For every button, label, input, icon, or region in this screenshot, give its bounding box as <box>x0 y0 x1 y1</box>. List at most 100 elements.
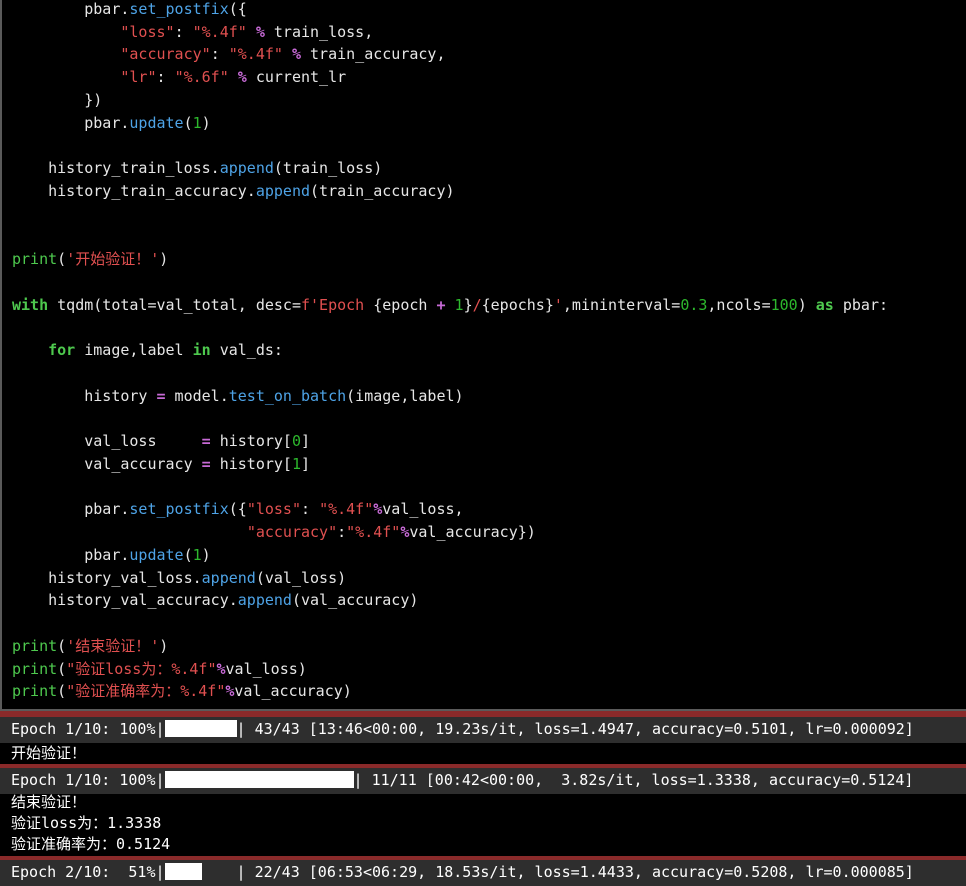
code-token: val_loss) <box>225 660 307 678</box>
code-token: ( <box>57 250 67 268</box>
code-token: : <box>210 45 229 63</box>
code-token: (image,label) <box>346 387 464 405</box>
code-token: {epochs} <box>481 296 554 314</box>
code-token: "验证准确率为：%.4f" <box>66 682 226 700</box>
code-token: f'Epoch <box>301 296 374 314</box>
code-token: append <box>201 569 256 587</box>
progress-prefix-2: Epoch 1/10: 100%| <box>11 771 165 789</box>
progress-text-2: Epoch 1/10: 100%| | 11/11 [00:42<00:00, 3… <box>11 770 913 791</box>
code-token: : <box>156 68 175 86</box>
code-token: ({ <box>228 0 247 18</box>
code-token: : <box>301 500 320 518</box>
code-token: "%.6f" <box>174 68 229 86</box>
code-token: val_accuracy) <box>234 682 352 700</box>
output-line-val-loss: 验证loss为：1.3338 <box>11 814 162 832</box>
code-token: {epoch <box>373 296 437 314</box>
code-token: ( <box>57 660 67 678</box>
code-line: history_val_accuracy.append(val_accuracy… <box>12 589 418 612</box>
code-line: history_train_accuracy.append(train_accu… <box>12 180 454 203</box>
code-token: ,mininterval= <box>562 296 681 314</box>
code-token: (val_accuracy) <box>291 591 419 609</box>
progress-text-3: Epoch 2/10: 51%| | 22/43 [06:53<06:29, 18… <box>11 862 914 883</box>
code-token: ( <box>57 682 67 700</box>
code-token: % <box>216 660 226 678</box>
code-token: history_val_accuracy. <box>12 591 238 609</box>
code-token: "%.4f" <box>319 500 374 518</box>
progress-text-1: Epoch 1/10: 100%| | 43/43 [13:46<00:00, 1… <box>11 719 914 740</box>
code-token: "lr" <box>120 68 157 86</box>
progress-prefix-1: Epoch 1/10: 100%| <box>11 720 165 738</box>
code-token: history_train_loss. <box>12 159 220 177</box>
code-token: ( <box>183 114 193 132</box>
progress-row-1: Epoch 1/10: 100%| | 43/43 [13:46<00:00, 1… <box>0 717 966 743</box>
code-token: ( <box>57 637 67 655</box>
code-token: % <box>291 45 301 63</box>
code-token: '开始验证！' <box>66 250 160 268</box>
code-token: ) <box>159 637 169 655</box>
code-line: pbar.set_postfix({ <box>12 0 247 21</box>
code-line: print('开始验证！') <box>12 248 168 271</box>
code-token: print <box>12 660 58 678</box>
progress-suffix-2: | 11/11 [00:42<00:00, 3.82s/it, loss=1.3… <box>353 771 914 789</box>
code-token: as <box>815 296 834 314</box>
progress-bar-3 <box>164 862 237 883</box>
code-token: image,label <box>75 341 193 359</box>
progress-bar-2 <box>164 770 354 791</box>
code-token: pbar. <box>12 114 130 132</box>
code-token: % <box>255 23 265 41</box>
code-token: ({ <box>228 500 247 518</box>
code-token: test_on_batch <box>228 387 347 405</box>
code-token: set_postfix <box>129 500 229 518</box>
code-token: ) <box>201 546 211 564</box>
code-token: = <box>201 432 211 450</box>
code-token: : <box>174 23 193 41</box>
code-token: model. <box>165 387 229 405</box>
code-token: val_loss <box>12 432 202 450</box>
code-cell[interactable]: pbar.set_postfix({ "loss": "%.4f" % trai… <box>0 0 966 711</box>
code-token: "%.4f" <box>192 23 247 41</box>
code-token: append <box>255 182 311 200</box>
code-token: : <box>337 523 347 541</box>
code-token: % <box>237 68 247 86</box>
progress-row-2: Epoch 1/10: 100%| | 11/11 [00:42<00:00, 3… <box>0 768 966 794</box>
code-token: val_ds: <box>210 341 283 359</box>
cell-output: Epoch 1/10: 100%| | 43/43 [13:46<00:00, 1… <box>0 711 966 886</box>
progress-bar-1 <box>164 719 237 740</box>
code-token: 1 <box>454 296 464 314</box>
code-line: history_val_loss.append(val_loss) <box>12 567 346 590</box>
code-token: set_postfix <box>129 0 229 18</box>
code-token: print <box>12 682 58 700</box>
code-token: / <box>472 296 482 314</box>
code-token: append <box>219 159 274 177</box>
code-token: val_loss, <box>382 500 464 518</box>
code-token: history[ <box>210 455 292 473</box>
code-token: val_accuracy <box>12 455 202 473</box>
code-token: print <box>12 637 58 655</box>
code-token: history_train_accuracy. <box>12 182 256 200</box>
code-token: train_loss, <box>264 23 374 41</box>
code-token: ] <box>301 455 311 473</box>
code-token: (val_loss) <box>255 569 347 587</box>
code-token: = <box>156 387 166 405</box>
code-token: = <box>201 455 211 473</box>
code-token: 0 <box>291 432 301 450</box>
code-line: history_train_loss.append(train_loss) <box>12 157 382 180</box>
code-line: pbar.set_postfix({"loss": "%.4f"%val_los… <box>12 498 464 521</box>
code-line: pbar.update(1) <box>12 112 210 135</box>
code-line: print('结束验证！') <box>12 635 168 658</box>
code-token: history <box>12 387 157 405</box>
code-token: ] <box>301 432 311 450</box>
code-token: pbar. <box>12 500 130 518</box>
code-token: train_accuracy, <box>301 45 446 63</box>
code-line: val_loss = history[0] <box>12 430 310 453</box>
code-line: print("验证loss为：%.4f"%val_loss) <box>12 658 307 681</box>
code-line: print("验证准确率为：%.4f"%val_accuracy) <box>12 680 352 703</box>
progress-row-3: Epoch 2/10: 51%| | 22/43 [06:53<06:29, 18… <box>0 860 966 886</box>
